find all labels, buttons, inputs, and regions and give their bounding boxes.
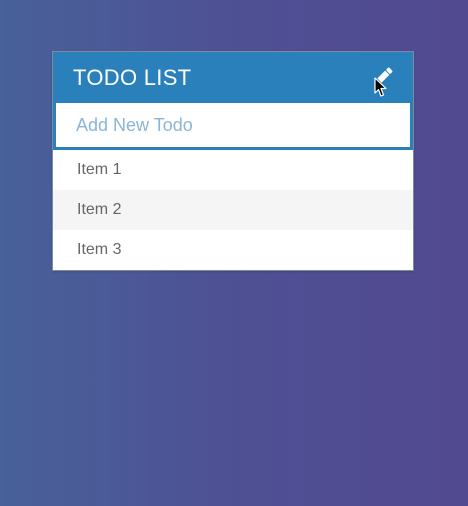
todo-item[interactable]: Item 3 — [53, 230, 413, 270]
todo-header: TODO LIST — [53, 52, 413, 103]
todo-list: Item 1 Item 2 Item 3 — [53, 150, 413, 270]
todo-card: TODO LIST Item 1 Item 2 Item 3 — [52, 51, 414, 271]
edit-todo-button[interactable] — [371, 65, 395, 89]
todo-item[interactable]: Item 2 — [53, 190, 413, 230]
todo-item[interactable]: Item 1 — [53, 150, 413, 190]
page-title: TODO LIST — [73, 64, 192, 90]
add-todo-input[interactable] — [76, 114, 410, 136]
add-todo-field-container — [53, 103, 413, 150]
pencil-icon — [375, 67, 393, 85]
